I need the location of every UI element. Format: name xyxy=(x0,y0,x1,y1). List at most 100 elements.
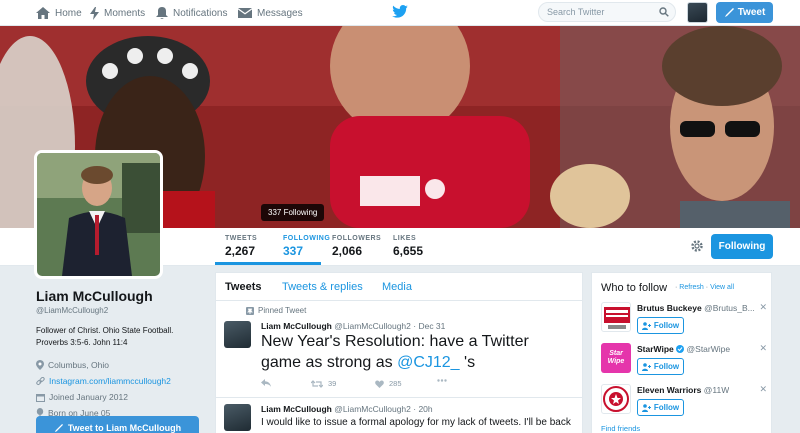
tweet-timeline: Tweets Tweets & replies Media Pinned Twe… xyxy=(215,272,583,433)
tweet-to-label: Tweet to Liam McCullough xyxy=(67,423,182,433)
stat-label: FOLLOWERS xyxy=(332,235,382,242)
suggestion-handle: @Brutus_B... xyxy=(704,303,755,313)
profile-handle[interactable]: @LiamMcCullough2 xyxy=(36,306,206,315)
follow-label: Follow xyxy=(653,403,680,412)
follow-button[interactable]: Follow xyxy=(637,317,684,334)
tweet-time[interactable]: 20h xyxy=(418,404,432,414)
lightning-icon xyxy=(90,6,99,20)
stat-value: 6,655 xyxy=(393,244,424,258)
stat-likes[interactable]: LIKES 6,655 xyxy=(393,235,423,258)
location-text: Columbus, Ohio xyxy=(48,360,109,370)
quill-icon xyxy=(724,7,734,17)
home-icon xyxy=(36,7,50,19)
nav-moments[interactable]: Moments xyxy=(90,0,145,26)
verified-badge-icon xyxy=(676,345,685,353)
tab-media[interactable]: Media xyxy=(382,281,412,293)
stat-label: FOLLOWING xyxy=(283,235,331,242)
tweet-avatar[interactable] xyxy=(224,404,251,431)
stat-tweets[interactable]: TWEETS 2,267 xyxy=(225,235,257,258)
follow-label: Follow xyxy=(653,321,680,330)
tweet-to-user-button[interactable]: Tweet to Liam McCullough xyxy=(36,416,199,433)
reply-icon xyxy=(261,379,271,387)
following-button[interactable]: Following xyxy=(711,234,773,259)
tweet-header: Liam McCullough @LiamMcCullough2 · 20h xyxy=(261,404,433,414)
stat-value: 2,066 xyxy=(332,244,363,258)
tweet-text: New Year's Resolution: have a Twitter ga… xyxy=(261,331,571,373)
nav-notifications[interactable]: Notifications xyxy=(156,0,227,26)
suggestion-handle: @StarWipe xyxy=(686,344,731,354)
compose-tweet-button[interactable]: Tweet xyxy=(716,2,773,23)
stat-label: LIKES xyxy=(393,235,417,242)
tweet-avatar[interactable] xyxy=(224,321,251,348)
tweet-author-name[interactable]: Liam McCullough xyxy=(261,321,332,331)
tab-tweets-replies[interactable]: Tweets & replies xyxy=(282,281,363,293)
nav-moments-label: Moments xyxy=(104,7,146,19)
suggestion-name[interactable]: Eleven Warriors @11W xyxy=(637,385,729,395)
dismiss-icon[interactable]: ✕ xyxy=(759,343,767,354)
find-friends-link[interactable]: Find friends xyxy=(601,424,640,433)
suggestion-display-name: StarWipe xyxy=(637,344,674,354)
profile-location: Columbus, Ohio xyxy=(36,359,206,371)
website-link[interactable]: Instagram.com/liammccullough2 xyxy=(49,376,171,386)
suggestion-avatar[interactable] xyxy=(601,384,631,414)
view-all-link[interactable]: View all xyxy=(710,284,734,291)
reply-action[interactable] xyxy=(261,379,271,387)
quill-icon xyxy=(54,423,63,432)
suggestion-avatar[interactable]: Star Wipe xyxy=(601,343,631,373)
timeline-tabs: Tweets Tweets & replies Media xyxy=(216,273,582,301)
nav-notifications-label: Notifications xyxy=(173,7,228,19)
nav-home[interactable]: Home xyxy=(36,0,82,26)
search-icon[interactable] xyxy=(659,7,669,17)
profile-joined: Joined January 2012 xyxy=(36,391,206,403)
nav-messages-label: Messages xyxy=(257,7,303,19)
profile-avatar[interactable] xyxy=(34,150,163,279)
account-avatar[interactable] xyxy=(687,2,708,23)
follow-button[interactable]: Follow xyxy=(637,358,684,375)
more-action[interactable] xyxy=(437,379,447,382)
suggestion-name[interactable]: Brutus Buckeye @Brutus_B... xyxy=(637,303,755,313)
profile-name[interactable]: Liam McCullough xyxy=(36,288,206,304)
profile-website: Instagram.com/liammccullough2 xyxy=(36,375,206,387)
stat-label: TWEETS xyxy=(225,235,258,242)
active-stat-underline xyxy=(215,262,321,265)
gear-icon[interactable] xyxy=(690,239,704,253)
tweet-mention-link[interactable]: @CJ12_ xyxy=(397,354,460,371)
pin-icon xyxy=(246,306,254,315)
profile-sidebar: Liam McCullough @LiamMcCullough2 Followe… xyxy=(36,288,206,419)
envelope-icon xyxy=(238,8,252,18)
tweet-author-handle[interactable]: @LiamMcCullough2 xyxy=(334,404,411,414)
add-user-icon xyxy=(641,321,651,330)
more-dots-icon xyxy=(437,379,447,382)
refresh-link[interactable]: Refresh xyxy=(679,284,704,291)
tweet-text-part: 's xyxy=(459,354,476,371)
dismiss-icon[interactable]: ✕ xyxy=(759,384,767,395)
bell-icon xyxy=(156,7,168,19)
suggestion-avatar[interactable] xyxy=(601,302,631,332)
stat-following[interactable]: FOLLOWING 337 xyxy=(283,235,330,258)
twitter-bird-icon[interactable] xyxy=(392,5,408,21)
who-to-follow-links: · Refresh · View all xyxy=(675,284,735,291)
tweet-time[interactable]: Dec 31 xyxy=(418,321,445,331)
suggestion-display-name: Brutus Buckeye xyxy=(637,303,702,313)
follow-button[interactable]: Follow xyxy=(637,399,684,416)
top-navigation: Home Moments Notifications Messages Twee… xyxy=(0,0,800,26)
tweet-author-name[interactable]: Liam McCullough xyxy=(261,404,332,414)
suggestion-name[interactable]: StarWipe @StarWipe xyxy=(637,344,730,354)
like-action[interactable]: 285 xyxy=(375,379,402,388)
dismiss-icon[interactable]: ✕ xyxy=(759,302,767,313)
calendar-icon xyxy=(36,393,45,402)
nav-messages[interactable]: Messages xyxy=(238,0,303,26)
nav-home-label: Home xyxy=(55,7,82,19)
stat-followers[interactable]: FOLLOWERS 2,066 xyxy=(332,235,381,258)
tweet-divider xyxy=(216,397,582,398)
search-box[interactable] xyxy=(538,2,676,22)
suggestion-handle: @11W xyxy=(703,385,730,395)
tab-tweets[interactable]: Tweets xyxy=(225,281,261,293)
add-user-icon xyxy=(641,362,651,371)
follow-label: Follow xyxy=(653,362,680,371)
retweet-action[interactable]: 39 xyxy=(311,379,336,388)
tweet-author-handle[interactable]: @LiamMcCullough2 xyxy=(334,321,411,331)
add-user-icon xyxy=(641,403,651,412)
search-input[interactable] xyxy=(547,7,657,17)
stat-value: 337 xyxy=(283,244,304,258)
